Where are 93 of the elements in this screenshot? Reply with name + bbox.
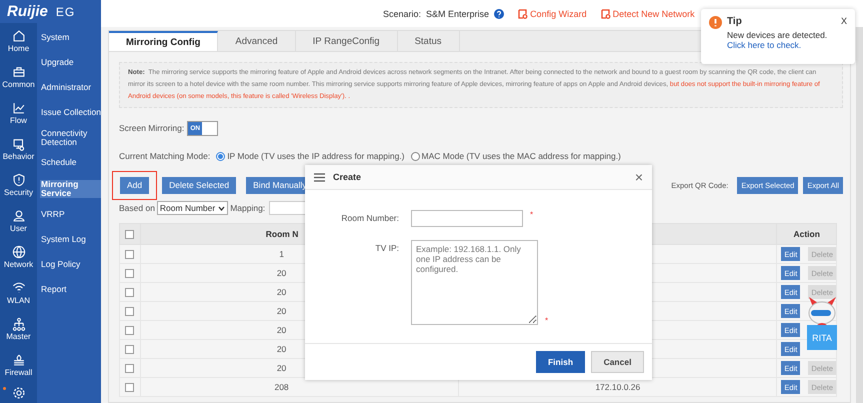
- room-number-field[interactable]: [411, 210, 523, 227]
- tab[interactable]: Advanced: [218, 31, 296, 51]
- monitor-icon: [12, 137, 26, 151]
- checkbox[interactable]: [125, 288, 134, 298]
- help-icon[interactable]: [494, 8, 504, 18]
- tv-ip-field[interactable]: Example: 192.168.1.1. Only one IP address can be configured.: [411, 240, 538, 325]
- settings-icon[interactable]: [12, 386, 26, 400]
- column-header: Action: [793, 229, 820, 239]
- chart-icon: [12, 101, 26, 115]
- rail-item[interactable]: Network: [0, 239, 37, 275]
- close-button[interactable]: X: [840, 16, 847, 26]
- menu-item[interactable]: Upgrade: [40, 50, 101, 75]
- rail-item[interactable]: Master: [0, 311, 37, 347]
- filter-select[interactable]: Room Number: [156, 201, 228, 215]
- menu-icon: [314, 172, 325, 182]
- menu-item[interactable]: VRRP: [40, 202, 101, 227]
- dialog-title: Create: [333, 172, 362, 182]
- header-link[interactable]: Config Wizard: [530, 8, 587, 18]
- wifi-icon: [12, 281, 26, 295]
- check-link[interactable]: Click here to check.: [727, 40, 802, 50]
- header-link[interactable]: Detect New Network: [612, 8, 695, 18]
- radio-option[interactable]: IP Mode (TV uses the IP address for mapping.): [216, 151, 405, 161]
- notification-dot: [3, 387, 6, 390]
- action-button[interactable]: Delete Selected: [162, 176, 236, 194]
- scrollbar[interactable]: [856, 27, 863, 403]
- finish-button[interactable]: Finish: [536, 351, 585, 373]
- rail-item[interactable]: Flow: [0, 95, 37, 131]
- hierarchy-icon: [12, 317, 26, 331]
- menu-item[interactable]: Log Policy: [40, 252, 101, 277]
- rail-item[interactable]: Home: [0, 23, 37, 59]
- home-icon: [12, 29, 26, 43]
- table-cell: 20: [276, 325, 286, 335]
- rail-item[interactable]: Common: [0, 59, 37, 95]
- menu-item[interactable]: Administrator: [40, 75, 101, 100]
- tip-title: Tip: [727, 16, 743, 27]
- screen-mirroring-label: Screen Mirroring:: [119, 123, 184, 133]
- scenario-label: Scenario:: [383, 8, 422, 18]
- filter-label: Based on: [119, 203, 155, 213]
- firewall-icon: [12, 353, 26, 367]
- product-name: EG: [56, 4, 76, 18]
- cancel-button[interactable]: Cancel: [591, 351, 644, 373]
- rail-item[interactable]: Firewall: [0, 347, 37, 383]
- checkbox[interactable]: [125, 250, 134, 260]
- menu-item[interactable]: System: [40, 25, 101, 50]
- briefcase-icon: [12, 65, 26, 79]
- checkbox[interactable]: [125, 345, 134, 354]
- column-header: Room N: [266, 229, 298, 239]
- field-label: Room Number:: [340, 212, 399, 223]
- caret-icon: [218, 206, 226, 210]
- table-cell: 1: [279, 249, 284, 259]
- tab[interactable]: Status: [398, 31, 460, 51]
- rail-item[interactable]: User: [0, 203, 37, 239]
- menu-item[interactable]: Connectivity Detection: [40, 125, 101, 150]
- table-cell: 20: [276, 306, 286, 316]
- required-mark: *: [530, 210, 534, 219]
- checkbox[interactable]: [125, 230, 134, 240]
- add-button[interactable]: Add: [120, 176, 150, 194]
- wizard-icon: [600, 8, 611, 18]
- radio-option[interactable]: MAC Mode (TV uses the MAC address for mapping.): [410, 151, 621, 161]
- field-label: TV IP:: [374, 242, 399, 253]
- tip-message: New devices are detected.: [727, 30, 828, 40]
- table-cell: 172.10.0.26: [595, 382, 640, 392]
- rail-item[interactable]: Behavior: [0, 131, 37, 167]
- checkbox[interactable]: [125, 364, 134, 374]
- tab[interactable]: Mirroring Config: [109, 31, 218, 51]
- table-cell: 20: [276, 344, 286, 354]
- table-cell: 20: [276, 268, 286, 278]
- brand-logo: Ruijie: [7, 3, 48, 20]
- scenario-value: S&M Enterprise: [426, 8, 490, 18]
- menu-item[interactable]: Report: [40, 277, 101, 302]
- checkbox[interactable]: [125, 307, 134, 316]
- rail-item[interactable]: WLAN: [0, 275, 37, 311]
- warning-icon: [709, 16, 722, 29]
- mapping-label: Mapping:: [230, 203, 266, 213]
- menu-item[interactable]: Mirroring Service: [40, 180, 101, 198]
- globe-icon: [12, 245, 26, 259]
- wizard-icon: [518, 8, 528, 18]
- table-cell: 208: [274, 382, 289, 392]
- user-icon: [12, 209, 26, 223]
- matching-mode-label: Current Matching Mode:: [119, 151, 210, 161]
- menu-item[interactable]: Issue Collection: [40, 100, 101, 125]
- checkbox[interactable]: [125, 326, 134, 336]
- table-cell: 20: [276, 363, 286, 373]
- menu-item[interactable]: System Log: [40, 227, 101, 252]
- shield-icon: [12, 173, 26, 187]
- menu-item[interactable]: Schedule: [40, 150, 101, 175]
- required-mark: *: [545, 316, 548, 325]
- checkbox[interactable]: [125, 383, 134, 392]
- checkbox[interactable]: [125, 269, 134, 278]
- table-cell: 20: [276, 287, 286, 297]
- rail-item[interactable]: Security: [0, 167, 37, 203]
- tab[interactable]: IP RangeConfig: [296, 31, 398, 51]
- close-button[interactable]: ×: [634, 170, 643, 184]
